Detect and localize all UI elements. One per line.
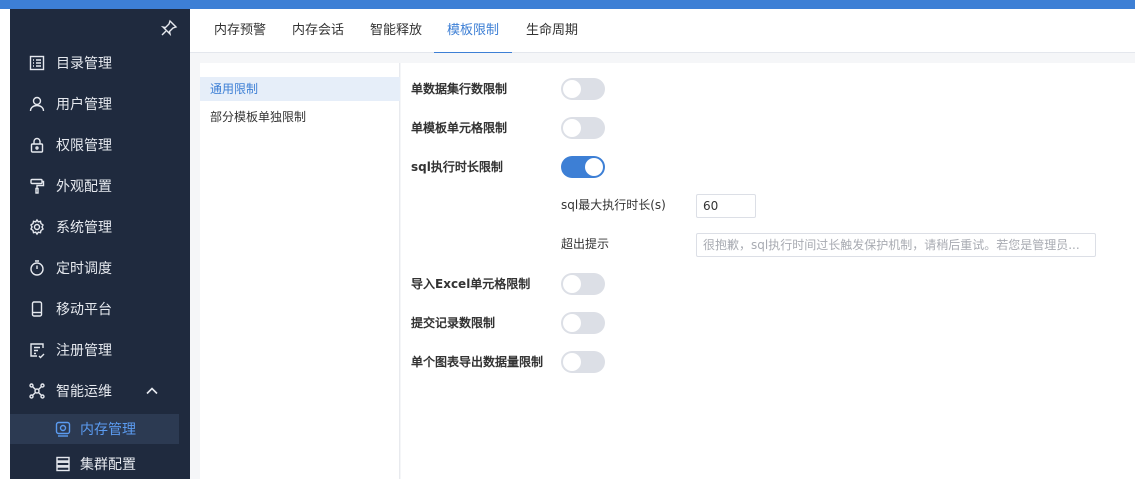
chart-export-label: 单个图表导出数据量限制: [411, 355, 544, 369]
tab-lifecycle[interactable]: 生命周期: [516, 9, 588, 53]
sql-max-time-label: sql最大执行时长(s): [561, 198, 666, 212]
sql-max-time-input[interactable]: 60: [696, 194, 756, 218]
timeout-tip-input[interactable]: 很抱歉，sql执行时间过长触发保护机制，请稍后重试。若您是管理员...: [696, 233, 1096, 257]
sidebar-item-label: 用户管理: [56, 97, 112, 113]
sidebar-item-users[interactable]: 用户管理: [10, 84, 190, 124]
submit-records-label: 提交记录数限制: [411, 316, 496, 330]
sidebar-subitem-cluster[interactable]: 集群配置: [10, 449, 179, 479]
sidebar-item-label: 智能运维: [56, 384, 112, 400]
chart-export-toggle[interactable]: [561, 351, 605, 373]
paint-roller-icon: [30, 178, 45, 194]
sidebar-item-schedule[interactable]: 定时调度: [10, 248, 190, 288]
top-accent-bar: [0, 0, 1135, 9]
sidebar-item-label: 系统管理: [56, 220, 112, 236]
excel-cells-label: 导入Excel单元格限制: [411, 277, 531, 291]
sidebar-item-label: 定时调度: [56, 261, 112, 277]
user-icon: [29, 96, 45, 112]
sidebar-item-label: 外观配置: [56, 179, 112, 195]
timer-icon: [30, 260, 44, 276]
template-cells-toggle[interactable]: [561, 117, 605, 139]
sidebar-subitem-label: 集群配置: [80, 457, 136, 473]
sidebar-item-permissions[interactable]: 权限管理: [10, 125, 190, 165]
sidebar-item-label: 权限管理: [56, 138, 112, 154]
memory-icon: [55, 421, 71, 437]
sql-timeout-toggle[interactable]: [561, 156, 605, 178]
dataset-rows-toggle[interactable]: [561, 78, 605, 100]
sidebar-item-registration[interactable]: 注册管理: [10, 330, 190, 370]
submit-records-toggle[interactable]: [561, 312, 605, 334]
tab-bar: 内存预警 内存会话 智能释放 模板限制 生命周期: [190, 9, 1135, 54]
tab-smart-release[interactable]: 智能释放: [360, 9, 432, 53]
limit-category-general[interactable]: 通用限制: [200, 77, 400, 101]
tab-memory-session[interactable]: 内存会话: [282, 9, 354, 53]
template-cells-label: 单模板单元格限制: [411, 121, 508, 135]
sidebar-item-smart-ops[interactable]: 智能运维: [10, 371, 190, 411]
sidebar-item-catalog[interactable]: 目录管理: [10, 43, 190, 83]
settings-panel: 单数据集行数限制 单模板单元格限制 sql执行时长限制 sql最大执行时长(s)…: [401, 63, 1135, 479]
list-icon: [29, 55, 45, 71]
limit-category-per-template[interactable]: 部分模板单独限制: [200, 105, 400, 129]
sidebar-item-mobile[interactable]: 移动平台: [10, 289, 190, 329]
sidebar-item-label: 目录管理: [56, 56, 112, 72]
sql-timeout-label: sql执行时长限制: [411, 160, 503, 174]
limit-category-list: 通用限制 部分模板单独限制: [200, 63, 400, 479]
sidebar-subitem-label: 内存管理: [80, 422, 136, 438]
cluster-icon: [56, 456, 70, 472]
sidebar-item-label: 移动平台: [56, 302, 112, 318]
sidebar: 目录管理 用户管理 权限管理 外观配置 系统管理 定时调度 移动平台 注册管理 …: [10, 9, 190, 479]
chevron-up-icon[interactable]: [144, 383, 160, 399]
gear-icon: [30, 218, 44, 236]
excel-cells-toggle[interactable]: [561, 273, 605, 295]
lock-icon: [30, 137, 44, 153]
sidebar-item-system[interactable]: 系统管理: [10, 207, 190, 247]
sidebar-subitem-memory[interactable]: 内存管理: [10, 414, 179, 444]
network-icon: [29, 383, 45, 399]
sidebar-item-appearance[interactable]: 外观配置: [10, 166, 190, 206]
tab-memory-warning[interactable]: 内存预警: [204, 9, 276, 53]
timeout-tip-label: 超出提示: [561, 237, 610, 251]
register-icon: [30, 343, 45, 359]
sidebar-item-label: 注册管理: [56, 343, 112, 359]
dataset-rows-label: 单数据集行数限制: [411, 82, 508, 96]
pin-icon[interactable]: [160, 19, 178, 37]
mobile-icon: [31, 301, 43, 317]
tab-template-limit[interactable]: 模板限制: [434, 9, 512, 54]
